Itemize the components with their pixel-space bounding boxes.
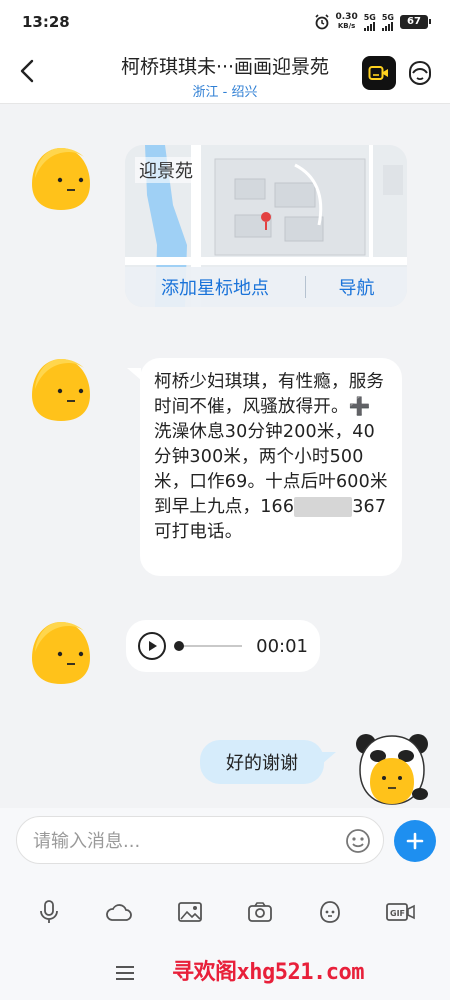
voice-progress-track[interactable] <box>174 641 243 651</box>
own-message-text: 好的谢谢 <box>226 753 298 774</box>
message-text: 柯桥少妇琪琪，有性瘾，服务时间不催，风骚放得开。➕洗澡休息30分钟200米，40… <box>154 372 388 517</box>
alarm-icon <box>314 14 329 30</box>
composer-toolbar: GIF <box>0 896 450 928</box>
redaction-mask <box>294 497 353 517</box>
chat-title: 柯桥琪琪未···画画迎景苑 <box>120 56 330 78</box>
voice-message-bubble[interactable]: 00:01 <box>126 620 320 672</box>
signal-bars-icon <box>363 21 375 31</box>
plus-icon[interactable] <box>394 820 436 862</box>
microphone-icon[interactable] <box>34 897 64 927</box>
text-message-bubble[interactable]: 柯桥少妇琪琪，有性瘾，服务时间不催，风骚放得开。➕洗澡休息30分钟200米，40… <box>140 358 402 576</box>
video-call-icon <box>368 66 388 80</box>
own-message-bubble[interactable]: 好的谢谢 <box>200 740 324 784</box>
bubble-tail <box>127 368 141 380</box>
own-avatar[interactable] <box>352 728 432 808</box>
status-time: 13:28 <box>22 13 70 31</box>
signal-2: 5G <box>381 13 394 31</box>
svg-text:GIF: GIF <box>390 909 405 918</box>
sender-avatar[interactable] <box>26 144 96 214</box>
sender-avatar[interactable] <box>26 618 96 688</box>
message-input-placeholder: 请输入消息... <box>33 831 141 852</box>
network-speed: 0.30 KB/s <box>335 12 358 31</box>
status-bar: 13:28 0.30 KB/s 5G 5G 67 <box>0 0 450 44</box>
signal-bars-icon <box>381 21 393 31</box>
chat-header: 柯桥琪琪未···画画迎景苑 浙江 - 绍兴 <box>0 44 450 104</box>
location-card[interactable]: 迎景苑 添加星标地点 导航 <box>125 145 407 307</box>
status-icons: 0.30 KB/s 5G 5G 67 <box>314 12 431 31</box>
image-icon[interactable] <box>175 897 205 927</box>
navigate-button[interactable]: 导航 <box>306 274 407 300</box>
watermark: 寻欢阁xhg521.com <box>172 960 364 985</box>
chat-location[interactable]: 浙江 - 绍兴 <box>95 81 355 100</box>
voice-duration: 00:01 <box>256 635 308 657</box>
map-place-name: 迎景苑 <box>135 157 197 183</box>
message-input[interactable]: 请输入消息... <box>16 816 384 864</box>
gif-icon[interactable]: GIF <box>385 897 416 927</box>
signal-1: 5G <box>363 13 376 31</box>
emoji-icon[interactable] <box>345 828 371 854</box>
add-star-place-button[interactable]: 添加星标地点 <box>125 274 305 300</box>
chevron-left-icon[interactable] <box>14 58 40 84</box>
menu-icon[interactable] <box>114 963 136 983</box>
battery-icon: 67 <box>400 15 431 29</box>
bubble-tail <box>322 752 336 764</box>
video-call-button[interactable] <box>362 56 396 90</box>
composer: 请输入消息... GIF 寻欢阁xhg521.com <box>0 808 450 1000</box>
cloud-icon[interactable] <box>104 897 134 927</box>
map-action-bar: 添加星标地点 导航 <box>125 267 407 307</box>
profile-icon[interactable] <box>405 58 435 88</box>
camera-icon[interactable] <box>245 897 275 927</box>
sender-avatar[interactable] <box>26 355 96 425</box>
play-icon[interactable] <box>138 632 166 660</box>
voice-progress-dot[interactable] <box>174 641 184 651</box>
emoji-icon[interactable] <box>315 897 345 927</box>
